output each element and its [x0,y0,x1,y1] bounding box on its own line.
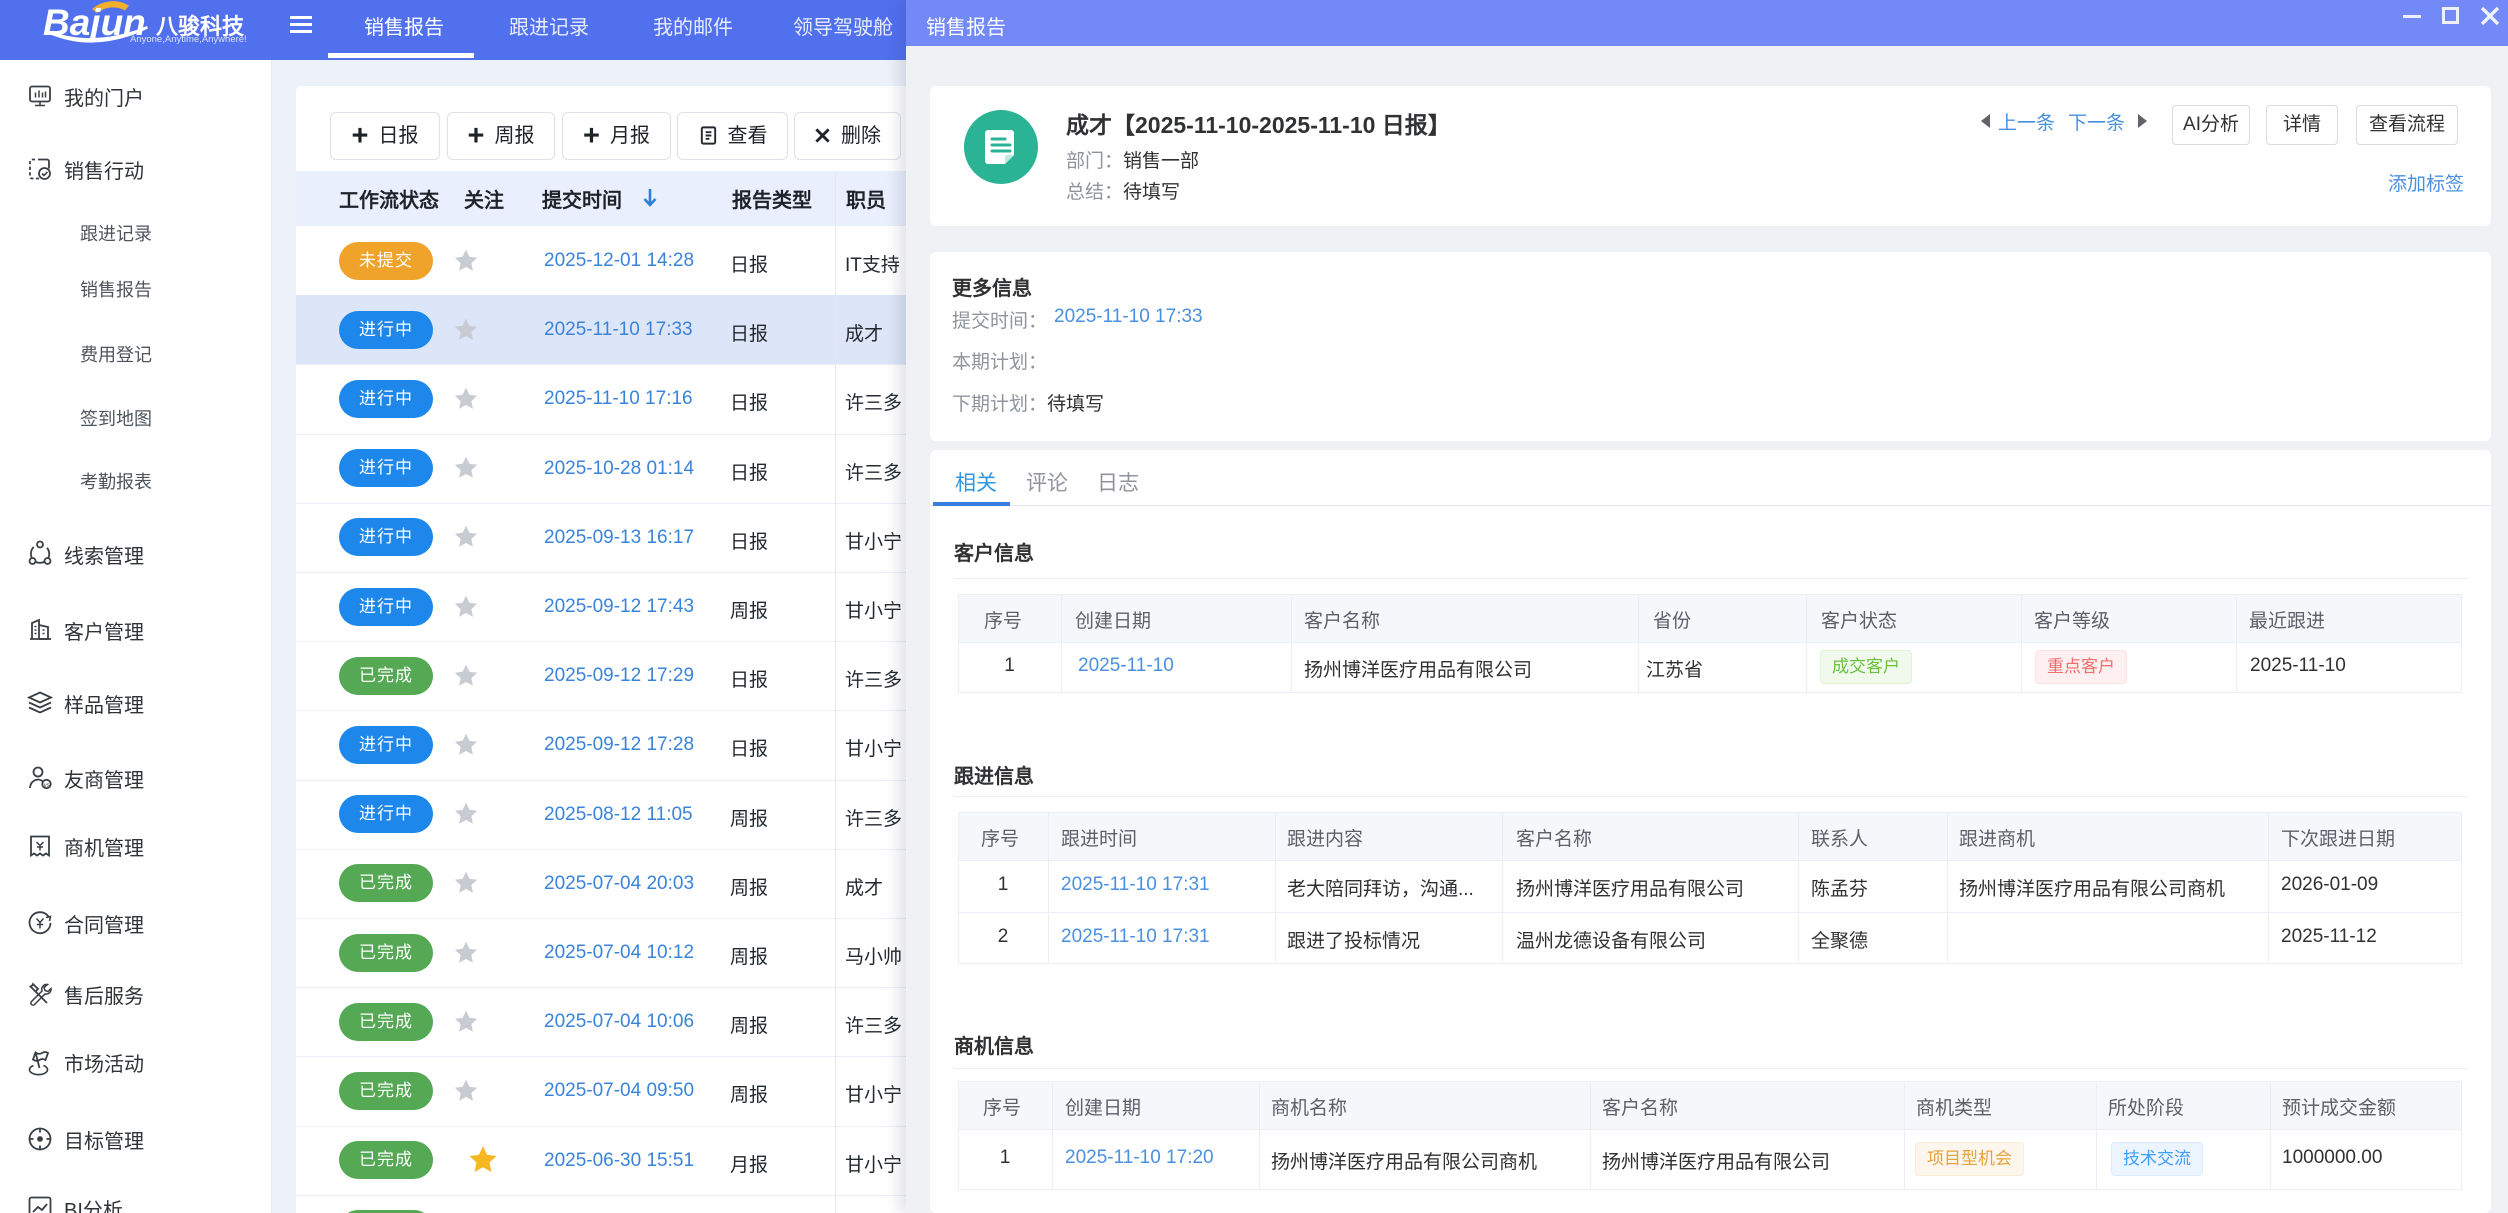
svg-text:vs: vs [44,783,50,789]
